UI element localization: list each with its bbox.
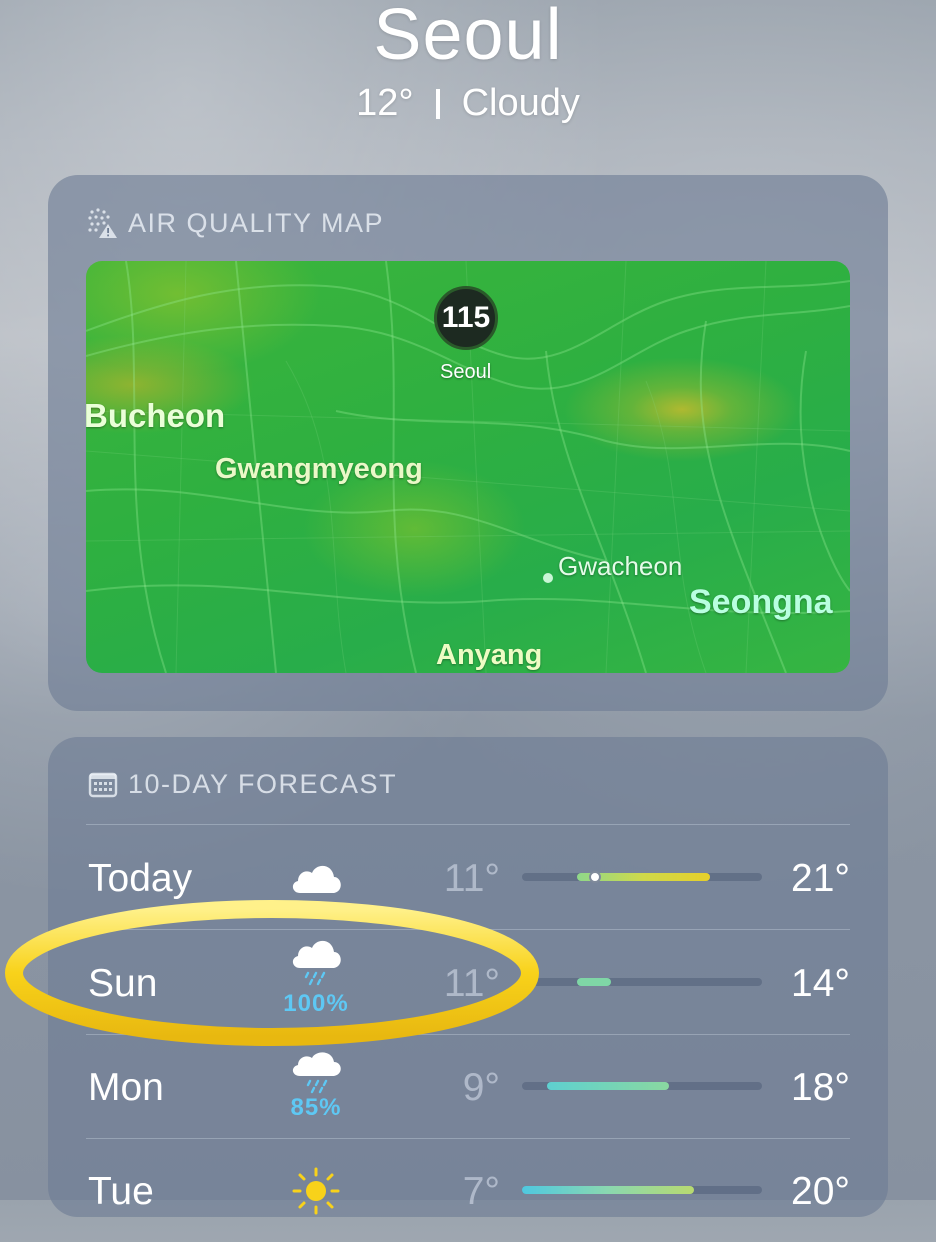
city-name: Seoul [373, 0, 563, 75]
forecast-low: 7° [462, 1170, 500, 1213]
map-label-bucheon: Bucheon [86, 397, 226, 434]
forecast-high: 18° [791, 1066, 850, 1109]
aqi-badge[interactable]: 115 [434, 286, 498, 350]
air-quality-map[interactable]: 115 Seoul Bucheon Gwangmyeong Gwacheon S… [86, 261, 850, 673]
map-label-gwacheon: Gwacheon [558, 551, 683, 581]
forecast-low: 11° [443, 857, 500, 900]
temp-range-fill [522, 1186, 694, 1194]
forecast-row-mon[interactable]: Mon 85% 9° 18° [48, 1034, 888, 1138]
calendar-icon [88, 772, 118, 798]
precip-chance: 100% [283, 990, 349, 1017]
air-quality-header: AIR QUALITY MAP [86, 206, 384, 240]
temp-range-bar [522, 1186, 762, 1194]
temp-range-bar [522, 978, 762, 986]
forecast-high: 21° [791, 857, 850, 900]
forecast-day: Today [88, 857, 193, 900]
temp-range-bar [522, 1082, 762, 1090]
map-label-anyang: Anyang [436, 639, 543, 671]
map-label-seongnam: Seongna [689, 583, 833, 621]
current-conditions: 12° Cloudy [0, 82, 936, 125]
gwacheon-dot [543, 573, 553, 583]
current-condition: Cloudy [461, 82, 580, 124]
aqi-badge-city: Seoul [440, 361, 492, 383]
current-temp-dot [589, 871, 601, 883]
forecast-header: 10-DAY FORECAST [86, 767, 397, 801]
forecast-high: 14° [791, 962, 850, 1005]
air-quality-card[interactable]: AIR QUALITY MAP 115 Seoul Bucheon Gwangm… [48, 175, 888, 711]
air-quality-title: AIR QUALITY MAP [128, 207, 385, 238]
forecast-row-tue[interactable]: Tue 7° 20° [48, 1138, 888, 1242]
forecast-high: 20° [791, 1170, 850, 1213]
forecast-row-sun[interactable]: Sun 100% 11° 14° [48, 930, 888, 1034]
cloud-rain-icon [292, 1052, 341, 1094]
forecast-day: Sun [88, 962, 158, 1005]
forecast-row-today[interactable]: Today 11° 21° [48, 825, 888, 929]
forecast-low: 9° [462, 1066, 500, 1109]
temp-range-fill [577, 978, 611, 986]
separator [435, 89, 440, 119]
temp-range-fill [547, 1082, 669, 1090]
cloud-icon [292, 865, 341, 893]
sun-icon [292, 1167, 340, 1215]
forecast-card[interactable]: 10-DAY FORECAST Today 11° 21° Sun 100% 1… [48, 737, 888, 1217]
air-quality-icon [88, 208, 117, 238]
forecast-low: 11° [443, 962, 500, 1005]
map-label-gwangmyeong: Gwangmyeong [215, 453, 423, 485]
current-temp: 12° [356, 82, 414, 124]
forecast-day: Mon [88, 1066, 164, 1109]
temp-range-bar [522, 871, 762, 883]
forecast-title: 10-DAY FORECAST [128, 768, 398, 799]
cloud-rain-icon [292, 940, 341, 986]
forecast-day: Tue [88, 1170, 154, 1213]
precip-chance: 85% [290, 1094, 342, 1121]
